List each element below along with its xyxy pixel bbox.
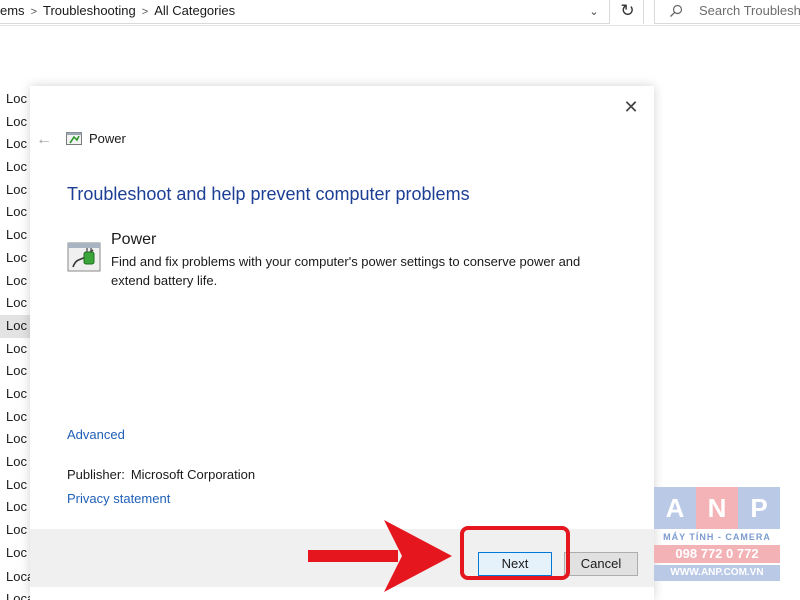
cancel-button[interactable]: Cancel [564,552,638,576]
list-item[interactable]: Loc [0,111,30,134]
list-item[interactable]: Loc [0,383,30,406]
list-item[interactable]: Loc [0,474,30,497]
list-item[interactable]: Loc [0,338,30,361]
list-item[interactable]: Loc [0,133,30,156]
power-troubleshooter-icon [66,132,82,145]
watermark-tagline: MÁY TÍNH - CAMERA [663,532,771,542]
search-placeholder: Search Troubleshooting [699,3,800,18]
close-icon[interactable]: ✕ [620,96,642,118]
breadcrumb-item[interactable]: All Categories [154,0,235,22]
watermark-phone: 098 772 0 772 [654,545,780,563]
anp-watermark: A N P MÁY TÍNH - CAMERA 098 772 0 772 WW… [654,487,780,583]
list-item[interactable]: Loc [0,519,30,542]
publisher-info: Publisher: Microsoft Corporation [67,467,255,482]
list-item[interactable]: Loc [0,451,30,474]
list-item[interactable]: Loc [0,406,30,429]
publisher-value: Microsoft Corporation [130,467,256,482]
list-item[interactable]: Loc [0,496,30,519]
search-icon [670,4,683,17]
anp-logo: A N P [654,487,780,529]
troubleshooter-title: Power [111,231,157,248]
power-plug-icon [67,242,101,272]
list-item[interactable]: Loc [0,314,30,338]
breadcrumb-item[interactable]: Troubleshooting [43,0,136,22]
annotation-arrow-icon [308,520,452,592]
refresh-icon[interactable]: ↻ [612,0,644,24]
logo-letter: N [696,487,738,529]
list-item[interactable]: Loc [0,224,30,247]
list-item[interactable]: Loc [0,88,30,111]
list-item[interactable]: Loc [0,156,30,179]
watermark-url: WWW.ANP.COM.VN [654,565,780,581]
address-bar: ems > Troubleshooting > All Categories ⌄ ↻ S… [0,0,800,26]
arrow-left-icon[interactable]: ← [34,130,54,150]
background-list: Loc Loc Loc Loc Loc Loc Loc Loc Loc Loc Loc Loc Loc L… [0,88,30,564]
dialog-header-title: Power [89,131,126,146]
list-item[interactable]: Loc [0,247,30,270]
list-item[interactable]: Loc [0,270,30,293]
logo-letter: A [654,487,696,529]
logo-letter: P [738,487,780,529]
breadcrumb-separator-icon: > [141,6,149,18]
breadcrumb-separator-icon: > [30,6,37,18]
list-item[interactable]: Loc [0,201,30,224]
chevron-down-icon[interactable]: ⌄ [584,2,604,22]
search-input[interactable]: Search Troubleshooting [654,0,800,24]
list-item[interactable]: Loc [0,292,30,315]
list-item[interactable]: Loc [0,360,30,383]
breadcrumb[interactable]: ems > Troubleshooting > All Categories [0,0,610,24]
page-title: Troubleshoot and help prevent computer p… [67,184,470,204]
privacy-statement-link[interactable]: Privacy statement [67,491,170,506]
list-item[interactable]: Loc [0,542,30,565]
list-item[interactable]: Loc [0,428,30,451]
list-item[interactable]: Loc [0,179,30,202]
breadcrumb-item[interactable]: ems [0,0,25,22]
annotation-highlight-box [460,526,570,580]
troubleshooter-description: Find and fix problems with your computer… [111,254,581,288]
publisher-label: Publisher: [67,467,125,482]
advanced-link[interactable]: Advanced [67,427,125,442]
